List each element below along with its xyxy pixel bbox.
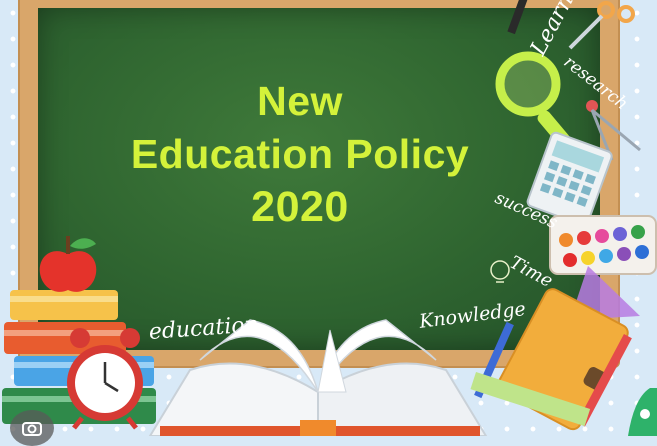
scissors-icon [568,1,635,50]
lens-button[interactable] [10,410,54,446]
camera-icon [22,422,42,436]
lightbulb-icon [490,260,510,283]
rocket-icon [628,388,657,436]
paint-palette-icon [549,215,657,275]
pen-icon [507,0,529,35]
apple-icon [39,236,97,292]
poster-scene: New Education Policy 2020 Learn research… [0,0,657,446]
